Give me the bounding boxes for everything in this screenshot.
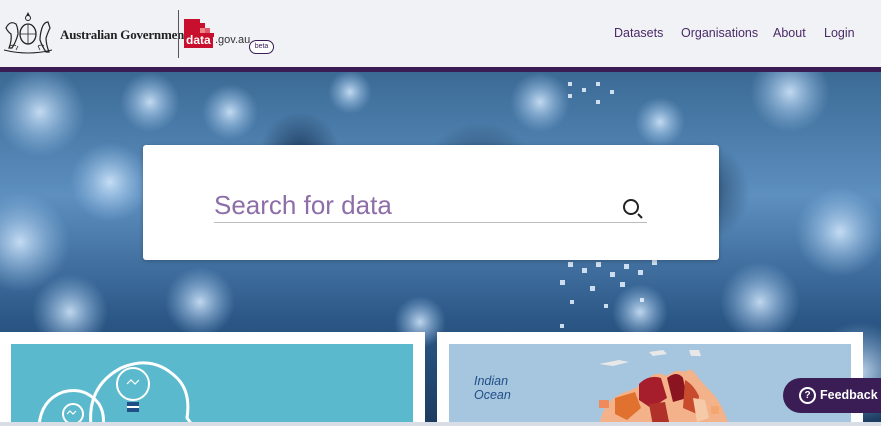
- government-name: Australian Government: [60, 27, 189, 42]
- search-underline: [214, 222, 647, 223]
- site-header: Australian Government data .gov.au beta …: [0, 0, 881, 67]
- nav-login[interactable]: Login: [824, 26, 855, 40]
- map-ocean-label: Indian Ocean: [474, 374, 511, 402]
- coat-of-arms-icon: [3, 12, 53, 54]
- map-ocean-label-text: Indian Ocean: [474, 374, 511, 402]
- feedback-button[interactable]: ? Feedback: [783, 378, 881, 413]
- logo-divider: [178, 10, 179, 58]
- beta-badge: beta: [249, 40, 274, 54]
- search-input[interactable]: [214, 187, 594, 223]
- feedback-label: Feedback: [820, 388, 878, 402]
- question-circle-icon: ?: [799, 387, 816, 404]
- logo-domain-text[interactable]: .gov.au: [215, 35, 250, 46]
- logo-data-text[interactable]: data: [184, 33, 213, 48]
- feature-card-left-image[interactable]: [11, 344, 413, 426]
- nav-datasets[interactable]: Datasets: [614, 26, 663, 40]
- nav-organisations[interactable]: Organisations: [681, 26, 758, 40]
- nav-about[interactable]: About: [773, 26, 806, 40]
- lightbulb-heads-illustration: [37, 361, 195, 426]
- page-bottom-strip: [0, 422, 881, 426]
- search-icon[interactable]: [620, 196, 646, 220]
